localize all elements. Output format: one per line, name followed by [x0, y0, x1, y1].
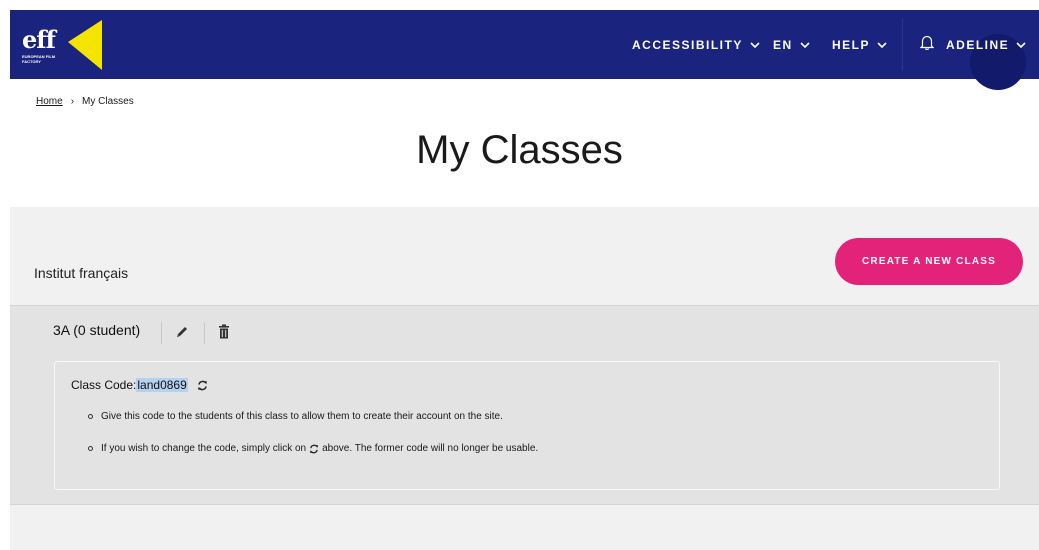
logo-subtitle: EUROPEAN FILM FACTORY: [22, 54, 56, 64]
nav-divider: [902, 18, 903, 71]
action-divider: [161, 322, 162, 344]
institution-name: Institut français: [34, 265, 129, 281]
nav-language-label: EN: [773, 37, 793, 52]
bullet-icon: [88, 414, 93, 419]
top-navigation-bar: eff EUROPEAN FILM FACTORY ACCESSIBILITY …: [10, 10, 1039, 90]
eff-logo[interactable]: eff EUROPEAN FILM FACTORY: [22, 18, 107, 72]
nav-accessibility[interactable]: ACCESSIBILITY: [632, 10, 760, 79]
refresh-icon: [309, 444, 319, 454]
logo-flag-icon: [68, 20, 102, 70]
bullet-icon: [88, 446, 93, 451]
class-code-label: Class Code:: [71, 378, 137, 392]
breadcrumb-current: My Classes: [82, 96, 134, 107]
class-name: 3A (0 student): [53, 322, 141, 338]
breadcrumb-separator: ›: [70, 96, 75, 107]
chevron-down-icon: [1016, 41, 1026, 48]
class-code-line: Class Code: land0869: [71, 378, 208, 392]
breadcrumb: Home › My Classes: [36, 96, 134, 107]
regenerate-code-button[interactable]: [197, 380, 208, 391]
instruction-text: above. The former code will no longer be…: [322, 443, 539, 454]
instruction-item: If you wish to change the code, simply c…: [88, 443, 538, 454]
bell-icon[interactable]: [920, 34, 934, 50]
nav-user-menu[interactable]: ADELINE: [946, 10, 1026, 79]
nav-help-label: HELP: [832, 37, 871, 52]
class-code-value[interactable]: land0869: [136, 378, 188, 392]
chevron-down-icon: [877, 41, 887, 48]
pencil-icon[interactable]: [175, 325, 189, 339]
refresh-icon: [197, 380, 207, 390]
chevron-down-icon: [800, 41, 810, 48]
instruction-text: Give this code to the students of this c…: [101, 411, 503, 422]
nav-user-label: ADELINE: [946, 37, 1010, 52]
nav-language[interactable]: EN: [773, 10, 810, 79]
logo-wordmark: eff: [22, 25, 56, 54]
chevron-down-icon: [750, 41, 760, 48]
instruction-item: Give this code to the students of this c…: [88, 411, 503, 422]
action-divider: [204, 322, 205, 344]
page-title: My Classes: [416, 128, 623, 172]
nav-help[interactable]: HELP: [832, 10, 887, 79]
instruction-text: If you wish to change the code, simply c…: [101, 443, 307, 454]
nav-accessibility-label: ACCESSIBILITY: [632, 37, 743, 52]
create-class-button[interactable]: CREATE A NEW CLASS: [835, 238, 1023, 285]
breadcrumb-home-link[interactable]: Home: [36, 96, 63, 107]
trash-icon[interactable]: [218, 324, 230, 339]
